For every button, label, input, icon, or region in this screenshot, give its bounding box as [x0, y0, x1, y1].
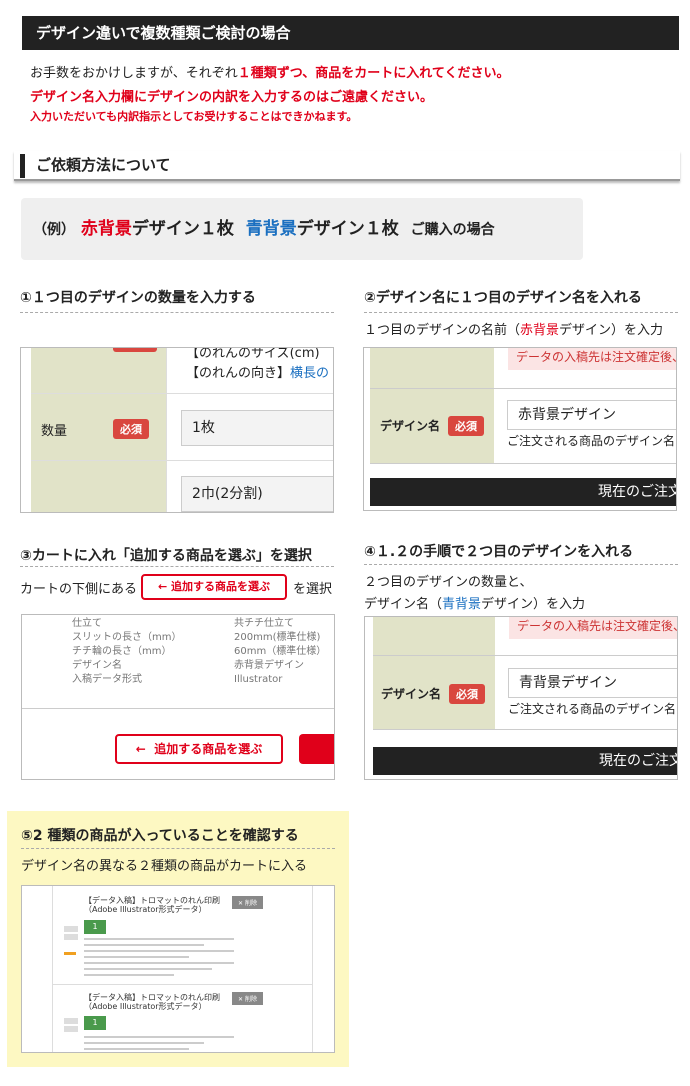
intro-line-1: お手数をおかけしますが、それぞれ１種類ずつ、商品をカートに入れてください。	[30, 66, 510, 81]
step1-screenshot: 【のれんのサイズ(cm) 【のれんの向き】横長の 数量 必須 1枚 2巾(2分割…	[20, 347, 334, 513]
current-order-bar: 現在のご注文	[373, 747, 677, 775]
delete-button[interactable]: ✕ 削除	[232, 896, 263, 909]
cart-item-qty[interactable]: 1	[84, 1016, 106, 1030]
cart-attribute-row: スリットの長さ（mm） 200mm(標準仕様)	[72, 631, 332, 645]
header-accent-bar	[20, 154, 25, 178]
required-badge: 必須	[449, 684, 485, 704]
step2-note: １つ目のデザインの名前（赤背景デザイン）を入力	[364, 323, 664, 338]
step4-screenshot: データの入稿先は注文確定後、目 デザイン名 必須 青背景デザイン ご注文される商…	[364, 616, 678, 780]
step3-screenshot: 仕立て 共チチ仕立てスリットの長さ（mm） 200mm(標準仕様) チチ輪の長さ（mm…	[21, 614, 335, 780]
attribute-value: 赤背景デザイン	[234, 660, 304, 671]
design-name-label: デザイン名	[380, 419, 441, 433]
divider	[20, 566, 334, 567]
section-header-multiple-designs: デザイン違いで複数種類ご検討の場合	[14, 16, 679, 50]
attribute-value: 60mm（標準仕様）	[234, 646, 327, 657]
step2-heading: ②デザイン名に１つ目のデザイン名を入れる	[364, 290, 642, 306]
attribute-value: Illustrator	[234, 674, 283, 685]
divider	[364, 312, 678, 313]
section-title: デザイン違いで複数種類ご検討の場合	[36, 24, 291, 42]
cart-attribute-row: 仕立て 共チチ仕立て	[72, 617, 332, 631]
step4-note2: デザイン名（青背景デザイン）を入力	[364, 597, 586, 612]
attribute-key: チチ輪の長さ（mm）	[72, 646, 172, 657]
divider	[20, 312, 334, 313]
cart-item-title: 【データ入稿】トロマットのれん印刷（Adobe Illustrator形式データ…	[84, 993, 220, 1011]
design-name-input[interactable]: 青背景デザイン	[508, 668, 677, 698]
current-order-bar: 現在のご注文	[370, 478, 676, 506]
intro-line-2: デザイン名入力欄にデザインの内訳を入力するのはご遠慮ください。	[30, 90, 434, 105]
attribute-key: 入稿データ形式	[72, 674, 142, 685]
quantity-field[interactable]: 1枚	[181, 410, 333, 446]
step5-note: デザイン名の異なる２種類の商品がカートに入る	[21, 859, 308, 874]
step3-heading: ③カートに入れ「追加する商品を選ぶ」を選択	[20, 548, 312, 564]
required-badge: 必須	[113, 419, 149, 439]
add-product-button[interactable]: ← 追加する商品を選ぶ	[115, 734, 283, 764]
intro-line-3: 入力いただいても内訳指示としてお受けすることはできかねます。	[30, 110, 358, 123]
cart-red-button[interactable]	[299, 734, 334, 764]
step2-screenshot: データの入稿先は注文確定後、目 デザイン名 必須 赤背景デザイン ご注文される商…	[363, 347, 677, 511]
cart-attribute-row: 入稿データ形式 Illustrator	[72, 673, 332, 687]
step3-note: カートの下側にある	[20, 582, 138, 597]
example-box: （例） 赤背景デザイン１枚 青背景デザイン１枚 ご購入の場合	[21, 198, 583, 260]
attribute-value: 200mm(標準仕様)	[234, 632, 321, 643]
divider	[364, 564, 678, 565]
step5-heading: ⑤2 種類の商品が入っていることを確認する	[21, 828, 299, 844]
cart-attribute-row: チチ輪の長さ（mm） 60mm（標準仕様）	[72, 645, 332, 659]
cart-screenshot: 【データ入稿】トロマットのれん印刷（Adobe Illustrator形式データ…	[21, 885, 335, 1053]
attribute-key: スリットの長さ（mm）	[72, 632, 182, 643]
section-header-how-to-order: ご依頼方法について	[14, 151, 680, 181]
delete-button[interactable]: ✕ 削除	[232, 992, 263, 1005]
step4-note1: ２つ目のデザインの数量と、	[364, 575, 533, 590]
cart-item-qty[interactable]: 1	[84, 920, 106, 934]
quantity-label: 数量	[41, 424, 68, 439]
split-field[interactable]: 2巾(2分割)	[181, 476, 333, 512]
section-title: ご依頼方法について	[36, 156, 171, 174]
step4-heading: ④１.２の手順で２つ目のデザインを入れる	[364, 544, 634, 560]
cart-attribute-row: デザイン名 赤背景デザイン	[72, 659, 332, 673]
attribute-key: 仕立て	[72, 618, 102, 629]
design-name-label: デザイン名	[381, 687, 442, 701]
add-product-button-sample: ← 追加する商品を選ぶ	[141, 574, 287, 600]
cart-item-title: 【データ入稿】トロマットのれん印刷（Adobe Illustrator形式データ…	[84, 896, 220, 914]
attribute-key: デザイン名	[72, 660, 122, 671]
step1-heading: ①１つ目のデザインの数量を入力する	[20, 290, 256, 306]
cart-attributes: 仕立て 共チチ仕立てスリットの長さ（mm） 200mm(標準仕様) チチ輪の長さ（mm…	[72, 617, 332, 687]
required-badge: 必須	[448, 416, 484, 436]
design-name-input[interactable]: 赤背景デザイン	[507, 400, 676, 430]
divider	[21, 848, 335, 849]
attribute-value: 共チチ仕立て	[234, 618, 294, 629]
